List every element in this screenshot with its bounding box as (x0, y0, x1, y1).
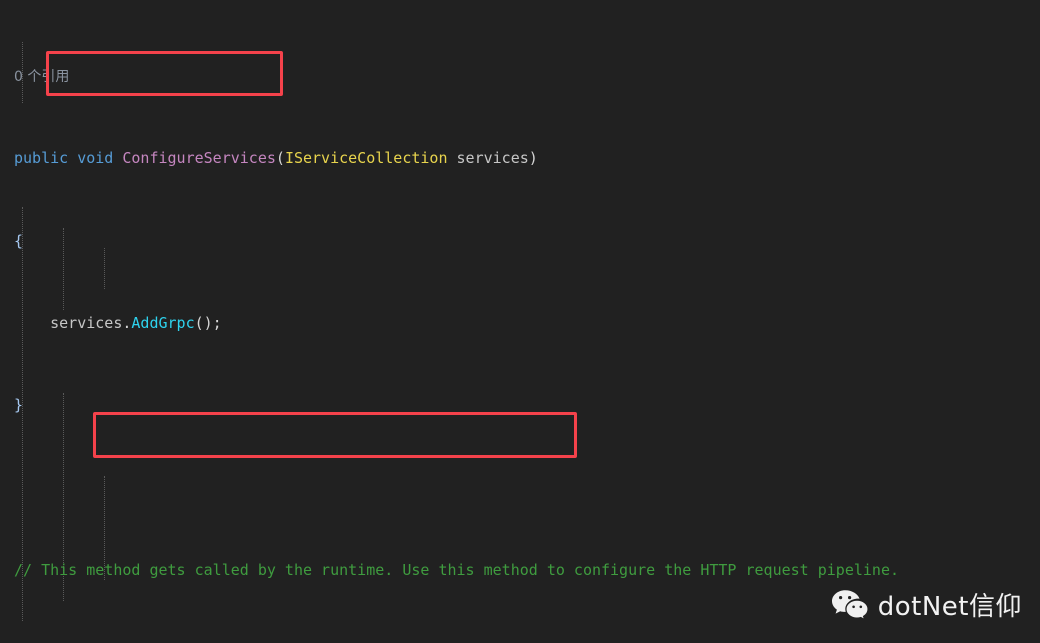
code-line-close-brace: } (14, 396, 24, 415)
watermark-label: dotNet信仰 (877, 591, 1022, 622)
wechat-icon (831, 589, 869, 625)
code-line-add-grpc: services.AddGrpc(); (50, 313, 222, 332)
code-line-configureservices-signature: public void ConfigureServices(IServiceCo… (14, 149, 538, 168)
code-line-open-brace: { (14, 231, 24, 250)
watermark: dotNet信仰 (831, 589, 1022, 625)
code-editor-screenshot: 0 个引用 public void ConfigureServices(ISer… (0, 0, 1040, 643)
code-line-comment: // This method gets called by the runtim… (14, 561, 900, 580)
codelens-configureservices[interactable]: 0 个引用 (0, 66, 1040, 87)
code-block[interactable]: 0 个引用 public void ConfigureServices(ISer… (0, 0, 1040, 643)
